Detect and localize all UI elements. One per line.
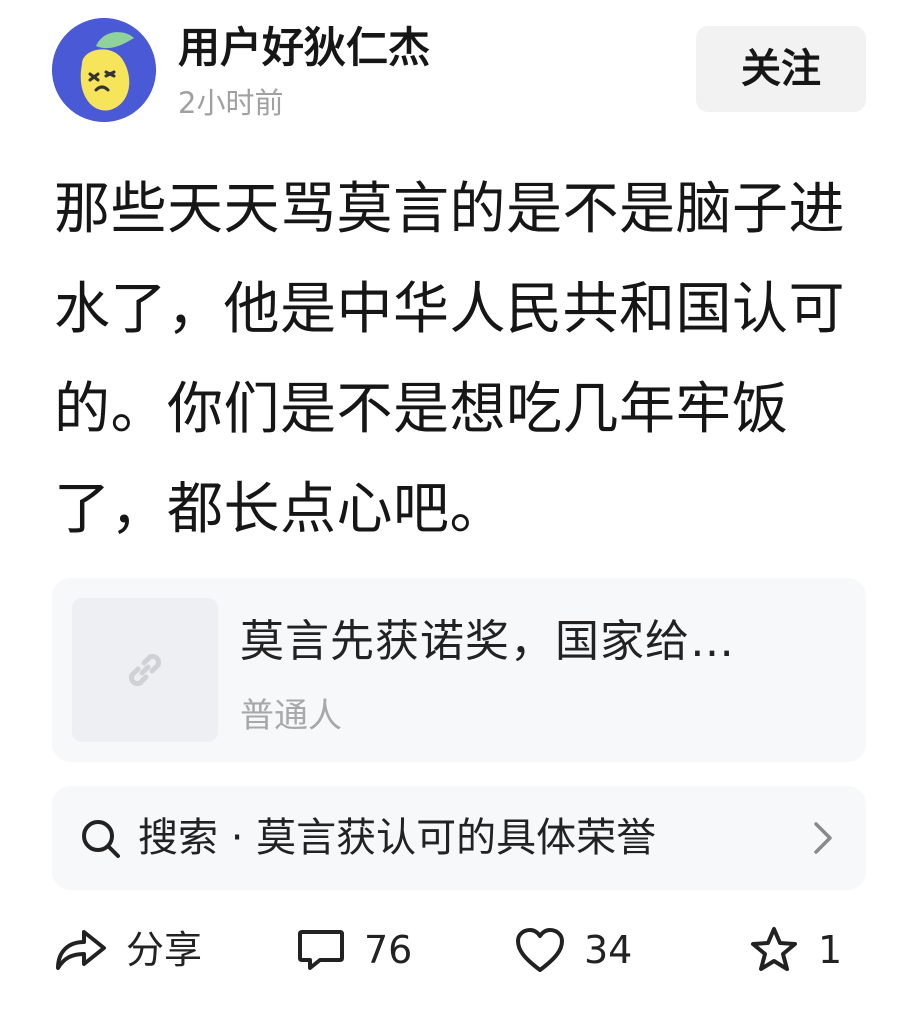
post-timestamp: 2小时前 [178, 86, 284, 120]
link-card-source: 普通人 [240, 696, 342, 736]
author-name[interactable]: 用户好狄仁杰 [178, 22, 430, 74]
share-icon [56, 930, 106, 970]
heart-icon [516, 928, 564, 972]
avatar[interactable] [52, 18, 156, 122]
link-thumbnail [72, 598, 218, 742]
link-card[interactable]: 莫言先获诺奖，国家给… 普通人 [52, 578, 866, 762]
search-suggestion-label: 搜索 · 莫言获认可的具体荣誉 [138, 815, 657, 861]
post-action-bar: 分享 76 34 1 [0, 910, 918, 990]
post-body-text: 那些天天骂莫言的是不是脑子进水了，他是中华人民共和国认可的。你们是不是想吃几年牢… [54, 177, 845, 542]
comment-icon [298, 930, 344, 970]
share-button[interactable]: 分享 [54, 920, 202, 980]
follow-button[interactable]: 关注 [696, 26, 866, 112]
like-count: 34 [584, 928, 633, 972]
related-search-bar[interactable]: 搜索 · 莫言获认可的具体荣誉 [52, 786, 866, 890]
link-card-title: 莫言先获诺奖，国家给… [240, 616, 735, 667]
post-header: 用户好狄仁杰 2小时前 关注 [0, 0, 918, 140]
favorite-button[interactable]: 1 [748, 920, 842, 980]
share-label: 分享 [126, 928, 203, 972]
search-icon [82, 820, 120, 858]
favorite-count: 1 [818, 928, 843, 972]
chevron-right-icon [814, 822, 832, 854]
star-icon [751, 927, 797, 971]
link-icon [128, 653, 162, 687]
lemon-avatar-icon [52, 18, 156, 122]
like-button[interactable]: 34 [514, 920, 632, 980]
comment-count: 76 [364, 928, 413, 972]
comment-button[interactable]: 76 [296, 920, 412, 980]
